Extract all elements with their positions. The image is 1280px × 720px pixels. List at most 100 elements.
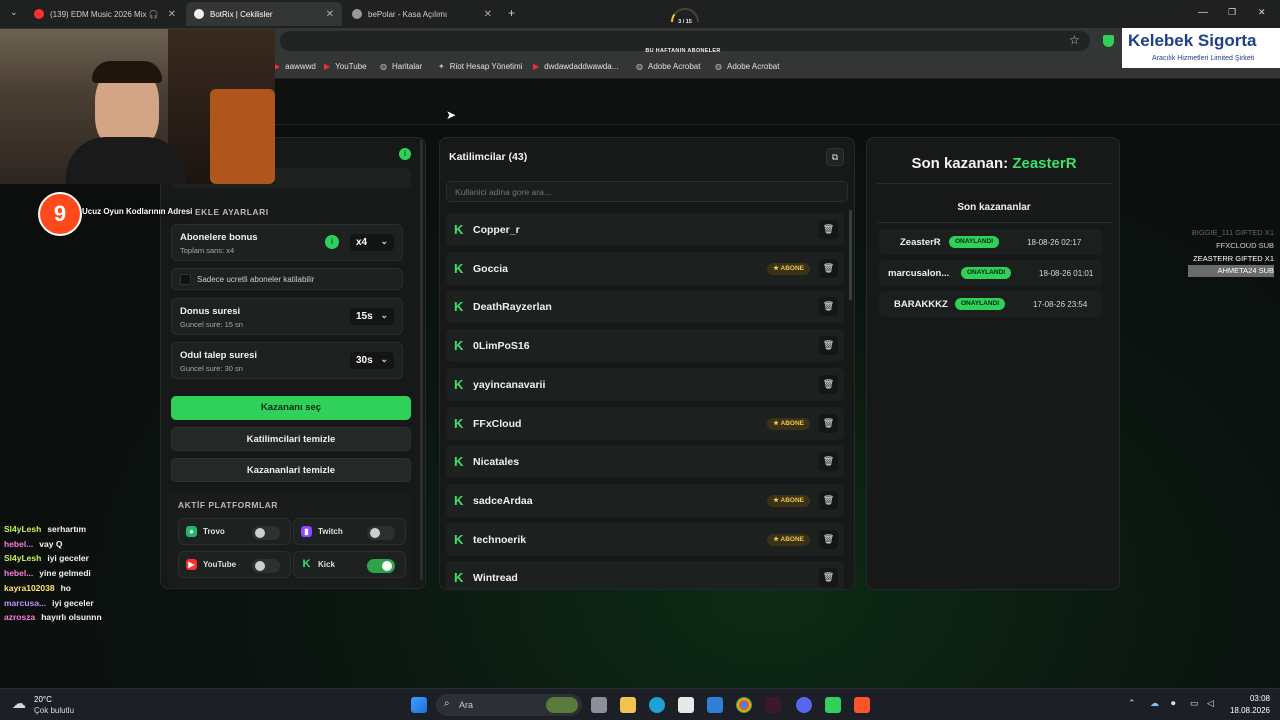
kick-icon: K: [454, 377, 464, 392]
chevron-down-icon: ⌄: [380, 236, 388, 246]
chrome-icon[interactable]: [736, 697, 752, 713]
winner-date: 18-08-26 02:17: [1027, 238, 1082, 247]
tab-label: (139) EDM Music 2026 Mix 🎧: [50, 9, 159, 19]
chat-message: hayırlı olsunnn: [41, 612, 102, 623]
file-explorer-icon[interactable]: [620, 697, 636, 713]
clock-date[interactable]: 18.08.2026: [1222, 706, 1270, 715]
donus-value: 15s: [356, 311, 373, 322]
weather-icon[interactable]: ☁: [12, 695, 26, 712]
maximize-button[interactable]: ❐: [1228, 7, 1236, 18]
tab-edm-music[interactable]: (139) EDM Music 2026 Mix 🎧 ✕: [26, 2, 184, 26]
close-tab-icon[interactable]: ✕: [484, 9, 492, 20]
chat-line: marcusa... iyi geceler: [4, 598, 94, 608]
minimize-button[interactable]: —: [1198, 7, 1208, 18]
mouse-cursor-icon: ➤: [446, 108, 457, 122]
subscriber-badge: ★ ABONE: [767, 534, 810, 546]
pick-winner-button[interactable]: Kazananı seç: [171, 396, 411, 420]
youtube-icon: ▶: [186, 559, 197, 570]
platforms-section: AKTİF PLATFORMLAR ● Trovo ▮ Twitch ▶ You…: [169, 492, 411, 588]
chat-line: kayra102038 ho: [4, 583, 71, 593]
twitch-toggle[interactable]: [367, 526, 395, 540]
mail-icon[interactable]: [707, 697, 723, 713]
twitch-icon: ▮: [301, 526, 312, 537]
participant-row: K FFxCloud ★ ABONE 🗑: [446, 407, 844, 440]
participant-search-input[interactable]: [446, 181, 848, 202]
bonus-sub: Toplam sans: x4: [180, 246, 235, 255]
sponsor-title: Kelebek Sigorta: [1128, 31, 1257, 50]
bookmark-riot[interactable]: ✦ Riot Hesap Yönetimi: [438, 62, 522, 71]
delete-participant-button[interactable]: 🗑: [819, 375, 838, 394]
delete-participant-button[interactable]: 🗑: [819, 259, 838, 278]
participant-row: K Goccia ★ ABONE 🗑: [446, 252, 844, 285]
bookmark-dwdaw[interactable]: ▶ dwdawdaddwawda...: [533, 62, 618, 71]
copy-icon[interactable]: ⧉: [826, 148, 844, 166]
participant-name: yayincanavarii: [473, 379, 546, 391]
close-tab-icon[interactable]: ✕: [168, 9, 176, 20]
clock-time[interactable]: 03:08: [1226, 694, 1270, 703]
botrix-app-icon[interactable]: [825, 697, 841, 713]
chat-message: serhartım: [47, 524, 87, 534]
paid-only-setting[interactable]: Sadece ucretli aboneler katilabilir: [171, 268, 403, 290]
delete-participant-button[interactable]: 🗑: [819, 414, 838, 433]
store-icon[interactable]: [678, 697, 694, 713]
winner-date: 17-08-26 23:54: [1033, 300, 1088, 309]
youtube-icon: [34, 9, 44, 19]
winner-row: ZeasterR ONAYLANDI 18-08-26 02:17: [879, 229, 1103, 255]
task-view-icon[interactable]: [591, 697, 607, 713]
new-tab-button[interactable]: +: [508, 6, 515, 20]
odul-select[interactable]: 30s ⌄: [350, 352, 394, 369]
delete-participant-button[interactable]: 🗑: [819, 220, 838, 239]
info-icon[interactable]: i: [325, 235, 339, 249]
brave-icon[interactable]: [854, 697, 870, 713]
kick-icon: K: [454, 338, 464, 353]
bookmark-aawwwd[interactable]: ▶ aawwwd: [274, 62, 316, 71]
bookmark-haritalar[interactable]: ◍ Haritalar: [380, 62, 422, 71]
close-tab-icon[interactable]: ✕: [326, 9, 334, 20]
star-icon[interactable]: ☆: [1069, 33, 1080, 47]
paid-only-checkbox[interactable]: [180, 274, 191, 285]
delete-participant-button[interactable]: 🗑: [819, 530, 838, 549]
youtube-toggle[interactable]: [252, 559, 280, 573]
bonus-value: x4: [356, 237, 368, 248]
taskbar-search[interactable]: ⌕ Ara: [436, 694, 582, 716]
close-window-button[interactable]: ✕: [1258, 7, 1266, 18]
donus-select[interactable]: 15s ⌄: [350, 308, 394, 325]
onedrive-icon[interactable]: ☁: [1150, 698, 1159, 709]
windows-start-icon[interactable]: [411, 697, 427, 713]
tab-botrix[interactable]: BotRix | Cekilisler ✕: [186, 2, 342, 26]
recent-winners-title: Son kazananlar: [957, 202, 1031, 213]
tray-chevron-icon[interactable]: ⌃: [1128, 698, 1136, 709]
bonus-select[interactable]: x4 ⌄: [350, 234, 394, 251]
delete-participant-button[interactable]: 🗑: [819, 568, 838, 587]
participant-name: 0LimPoS16: [473, 340, 530, 352]
info-icon[interactable]: i: [399, 148, 411, 160]
kick-toggle[interactable]: [367, 559, 395, 573]
delete-participant-button[interactable]: 🗑: [819, 336, 838, 355]
trovo-toggle[interactable]: [252, 526, 280, 540]
bookmark-youtube[interactable]: ▶ YouTube: [324, 62, 367, 71]
clear-winners-button[interactable]: Kazananlari temizle: [171, 458, 411, 482]
edge-icon[interactable]: [649, 697, 665, 713]
app-icon[interactable]: [765, 697, 781, 713]
shield-icon[interactable]: [1103, 35, 1114, 47]
winner-name: BARAKKKZ: [894, 299, 948, 310]
participants-scrollbar[interactable]: [849, 210, 852, 300]
tab-bepolar[interactable]: bePolar - Kasa Açılımı ✕: [344, 2, 500, 26]
delete-participant-button[interactable]: 🗑: [819, 491, 838, 510]
youtube-icon: ▶: [324, 62, 331, 71]
tab-list-chevron-icon[interactable]: ⌄: [10, 7, 18, 18]
bookmark-adobe-2[interactable]: ◍ Adobe Acrobat: [715, 62, 779, 71]
discord-icon[interactable]: [796, 697, 812, 713]
delete-participant-button[interactable]: 🗑: [819, 452, 838, 471]
microphone-icon[interactable]: ⏺: [1171, 698, 1176, 709]
network-icon[interactable]: ▭: [1190, 698, 1199, 709]
settings-scrollbar[interactable]: [420, 140, 423, 580]
bookmark-adobe-1[interactable]: ◍ Adobe Acrobat: [636, 62, 700, 71]
kick-icon: K: [454, 454, 464, 469]
tab-label: bePolar - Kasa Açılımı: [368, 9, 448, 19]
volume-icon[interactable]: ◁: [1207, 698, 1214, 709]
delete-participant-button[interactable]: 🗑: [819, 297, 838, 316]
subscriber-badge: ★ ABONE: [767, 263, 810, 275]
stream-event: AHMETA24 SUB: [1188, 265, 1274, 277]
clear-participants-button[interactable]: Katilimcilari temizle: [171, 427, 411, 451]
